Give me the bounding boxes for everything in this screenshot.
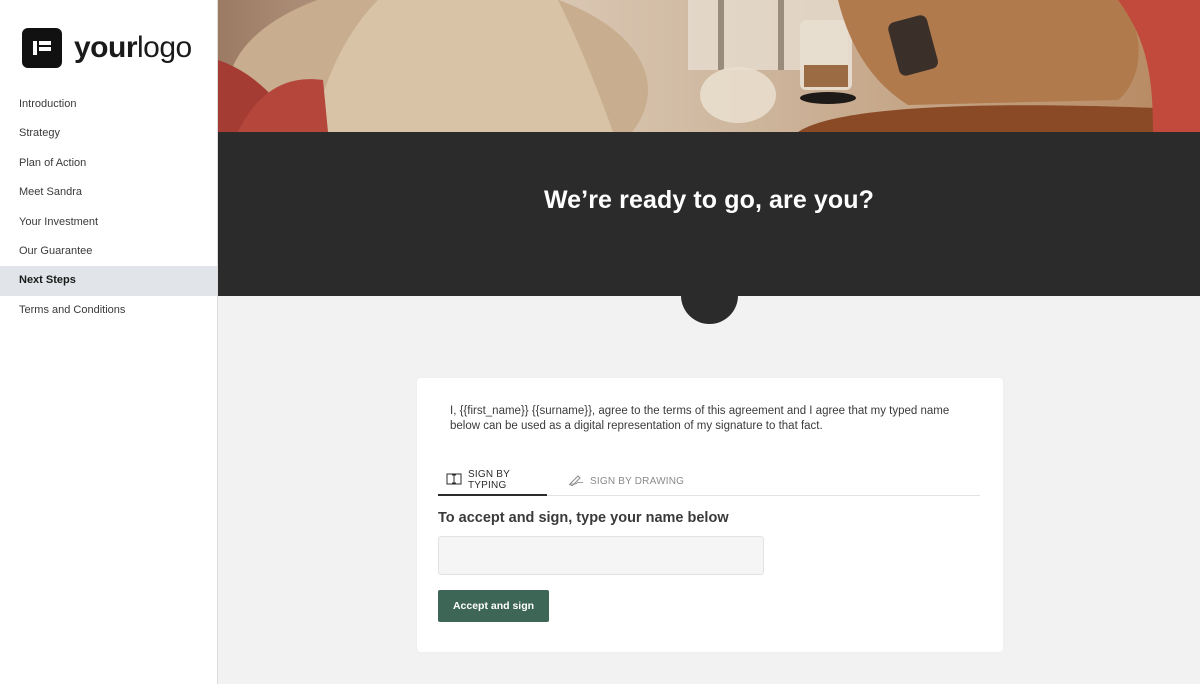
sidebar-nav: Introduction Strategy Plan of Action Mee… xyxy=(0,90,217,325)
logo-text-light: logo xyxy=(137,31,192,64)
sidebar-item-your-investment[interactable]: Your Investment xyxy=(0,208,217,237)
logo-icon xyxy=(22,28,62,68)
signature-card: I, {{first_name}} {{surname}}, agree to … xyxy=(417,378,1003,652)
cafe-photo xyxy=(218,0,1200,132)
pen-icon xyxy=(568,474,584,489)
hero-image xyxy=(218,0,1200,132)
sidebar-item-terms-and-conditions[interactable]: Terms and Conditions xyxy=(0,296,217,325)
agreement-text: I, {{first_name}} {{surname}}, agree to … xyxy=(450,405,950,432)
sidebar-item-our-guarantee[interactable]: Our Guarantee xyxy=(0,237,217,266)
banner-notch xyxy=(681,267,738,324)
tab-sign-by-drawing-label: SIGN BY DRAWING xyxy=(590,475,685,487)
tab-sign-by-typing-label: SIGN BY TYPING xyxy=(468,469,510,491)
sidebar-item-next-steps[interactable]: Next Steps xyxy=(0,266,217,296)
logo-text: yourlogo xyxy=(74,31,192,65)
keyboard-icon xyxy=(446,473,462,488)
sidebar-item-plan-of-action[interactable]: Plan of Action xyxy=(0,149,217,178)
logo-text-bold: your xyxy=(74,31,138,64)
signature-name-input[interactable] xyxy=(438,536,764,575)
sign-prompt: To accept and sign, type your name below xyxy=(438,510,729,526)
tab-sign-by-drawing[interactable]: SIGN BY DRAWING xyxy=(568,466,684,496)
sidebar: yourlogo Introduction Strategy Plan of A… xyxy=(0,0,218,684)
signature-tabs: SIGN BY TYPING SIGN BY DRAWING xyxy=(438,466,980,496)
sidebar-item-strategy[interactable]: Strategy xyxy=(0,119,217,148)
banner-heading: We’re ready to go, are you? xyxy=(543,186,875,214)
tab-sign-by-typing[interactable]: SIGN BY TYPING xyxy=(438,466,547,496)
accept-and-sign-button[interactable]: Accept and sign xyxy=(438,590,549,622)
sidebar-item-meet-sandra[interactable]: Meet Sandra xyxy=(0,178,217,207)
logo[interactable]: yourlogo xyxy=(22,28,192,68)
sidebar-item-introduction[interactable]: Introduction xyxy=(0,90,217,119)
